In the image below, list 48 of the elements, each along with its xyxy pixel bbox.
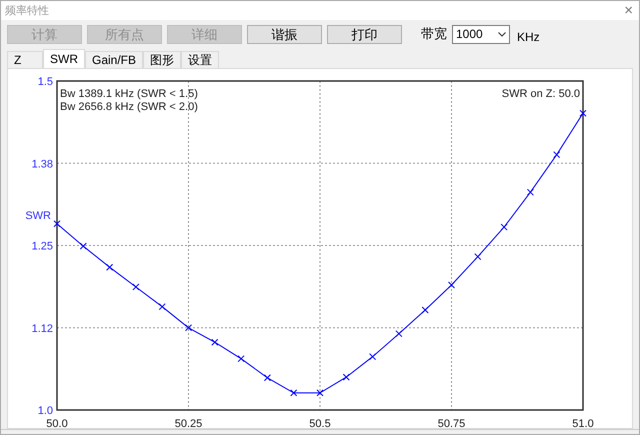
- close-button[interactable]: ×: [624, 3, 633, 18]
- data-point: [553, 151, 560, 158]
- data-point: [422, 306, 429, 314]
- data-point: [185, 324, 192, 332]
- data-point: [474, 253, 482, 260]
- x-tick-label: 51.0: [572, 418, 594, 428]
- bandwidth-note: Bw 1389.1 kHz (SWR < 1.5): [60, 88, 198, 100]
- chevron-down-icon: [498, 32, 506, 36]
- data-point: [132, 283, 140, 290]
- toolbar-button[interactable]: 谐振: [247, 24, 322, 44]
- data-point: [106, 264, 114, 271]
- x-tick-label: 50.0: [46, 418, 68, 428]
- y-axis-label: SWR: [25, 210, 51, 222]
- window-title: 频率特性: [5, 4, 49, 18]
- bandwidth-label: 带宽: [421, 25, 447, 43]
- data-point: [500, 224, 508, 231]
- toolbar-button[interactable]: 打印: [327, 24, 402, 44]
- y-tick-label: 1.5: [38, 76, 53, 88]
- data-point: [395, 330, 402, 338]
- x-tick-label: 50.75: [438, 418, 466, 428]
- x-tick-label: 50.25: [174, 418, 202, 428]
- data-point: [238, 355, 245, 362]
- data-point: [369, 353, 376, 360]
- data-point: [54, 220, 60, 228]
- data-point: [580, 110, 586, 117]
- x-tick-label: 50.5: [309, 418, 331, 428]
- data-point: [264, 374, 271, 382]
- tab[interactable]: Gain/FB: [85, 51, 144, 68]
- data-point: [158, 303, 166, 310]
- y-tick-label: 1.0: [38, 405, 53, 417]
- bandwidth-dropdown[interactable]: 1000: [452, 24, 510, 44]
- tab[interactable]: Z: [7, 51, 43, 68]
- data-point: [448, 281, 455, 288]
- data-point: [211, 338, 218, 346]
- y-tick-label: 1.25: [32, 240, 53, 252]
- y-tick-label: 1.12: [32, 322, 53, 335]
- unit-label: KHz: [517, 30, 540, 44]
- tab[interactable]: SWR: [43, 49, 85, 68]
- impedance-note: SWR on Z: 50.0: [502, 88, 580, 100]
- data-point: [526, 188, 534, 196]
- data-point: [342, 374, 350, 381]
- data-point: [80, 242, 87, 250]
- data-point: [316, 389, 324, 396]
- tab[interactable]: 图形: [143, 51, 182, 68]
- tab[interactable]: 设置: [181, 51, 220, 68]
- bandwidth-note: Bw 2656.8 kHz (SWR < 2.0): [60, 101, 198, 113]
- data-point: [290, 389, 298, 396]
- y-tick-label: 1.38: [32, 158, 53, 170]
